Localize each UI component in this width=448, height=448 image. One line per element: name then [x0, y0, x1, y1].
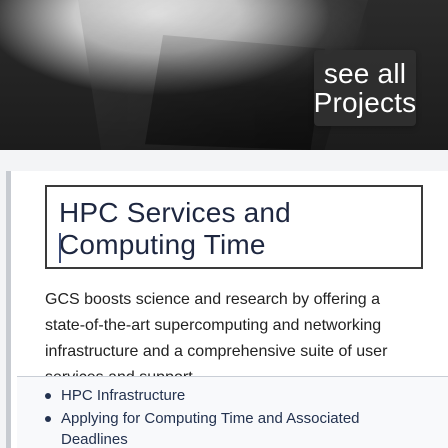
text-cursor — [59, 233, 61, 263]
section-gap — [0, 150, 448, 171]
hpc-services-card: HPC Services and Computing Time GCS boos… — [6, 171, 448, 448]
links-panel: HPC Infrastructure Applying for Computin… — [17, 377, 448, 448]
hero-banner: see all Projects — [0, 0, 448, 150]
see-all-label-line2: Projects — [313, 87, 417, 118]
link-hpc-infrastructure[interactable]: HPC Infrastructure — [45, 385, 405, 406]
see-all-projects-button[interactable]: see all Projects — [314, 50, 416, 126]
see-all-label-line1: see all — [323, 57, 407, 89]
section-title-box: HPC Services and Computing Time — [45, 185, 423, 269]
related-links-list: HPC Infrastructure Applying for Computin… — [45, 385, 405, 448]
hero-decoration-shadow — [145, 35, 325, 150]
link-applying-for-computing-time[interactable]: Applying for Computing Time and Associat… — [45, 408, 405, 448]
section-title: HPC Services and Computing Time — [59, 197, 291, 260]
page-frame: see all Projects HPC Services and Comput… — [0, 0, 448, 448]
